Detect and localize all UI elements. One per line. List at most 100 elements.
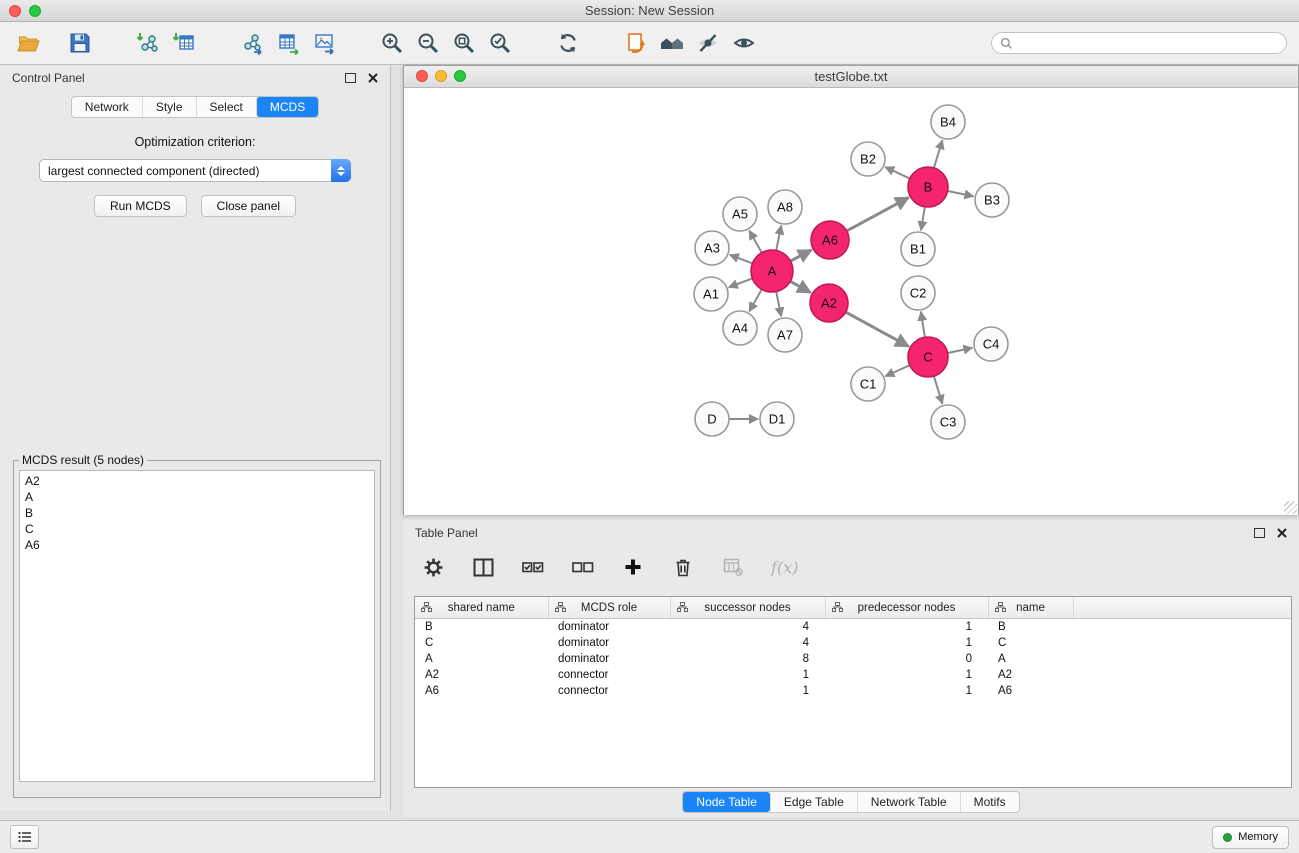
graph-node-A[interactable]: A [751, 250, 793, 292]
graph-edge-A-A2[interactable] [790, 281, 810, 292]
graph-edge-A6-B[interactable] [847, 197, 909, 230]
add-row-button[interactable] [621, 555, 645, 579]
network-window-titlebar[interactable]: testGlobe.txt [404, 66, 1298, 88]
show-hide-panels-button[interactable] [10, 825, 39, 849]
cell-successor-nodes[interactable]: 1 [670, 667, 825, 683]
tab-node-table[interactable]: Node Table [683, 792, 770, 812]
close-panel-icon[interactable] [368, 73, 378, 83]
mcds-result-item[interactable]: C [25, 521, 369, 537]
export-image-button[interactable] [306, 25, 342, 61]
cell-mcds-role[interactable]: dominator [548, 619, 670, 636]
graph-node-D1[interactable]: D1 [760, 402, 794, 436]
delete-rows-button[interactable] [671, 555, 695, 579]
graph-edge-C-C4[interactable] [948, 348, 973, 353]
graph-node-C[interactable]: C [908, 337, 948, 377]
zoom-selected-button[interactable] [482, 25, 518, 61]
cell-mcds-role[interactable]: dominator [548, 651, 670, 667]
graph-node-D[interactable]: D [695, 402, 729, 436]
zoom-out-button[interactable] [410, 25, 446, 61]
zoom-in-button[interactable] [374, 25, 410, 61]
graph-edge-A-A8[interactable] [776, 226, 781, 251]
graph-edge-A2-C[interactable] [846, 312, 909, 346]
graph-edge-B-B2[interactable] [885, 167, 910, 179]
table-row[interactable]: Cdominator41C [415, 635, 1291, 651]
cell-name[interactable]: C [988, 635, 1073, 651]
refresh-layout-button[interactable] [550, 25, 586, 61]
column-header-mcds-role[interactable]: MCDS role [548, 597, 670, 619]
column-header-name[interactable]: name [988, 597, 1073, 619]
graph-node-A1[interactable]: A1 [694, 277, 728, 311]
cell-name[interactable]: A [988, 651, 1073, 667]
cell-mcds-role[interactable]: dominator [548, 635, 670, 651]
first-neighbors-button[interactable] [618, 25, 654, 61]
mcds-result-item[interactable]: A [25, 489, 369, 505]
graph-node-B2[interactable]: B2 [851, 142, 885, 176]
export-table-button[interactable] [270, 25, 306, 61]
cell-shared-name[interactable]: B [415, 619, 548, 636]
function-builder-button[interactable]: f(x) [771, 558, 798, 577]
hide-details-button[interactable] [690, 25, 726, 61]
close-panel-button[interactable]: Close panel [201, 195, 296, 217]
mcds-result-list[interactable]: A2ABCA6 [19, 470, 375, 782]
column-visibility-button[interactable] [471, 555, 495, 579]
network-canvas[interactable]: AA1A2A3A4A5A6A7A8BB1B2B3B4CC1C2C3C4DD1 [404, 88, 1298, 515]
cell-shared-name[interactable]: A6 [415, 683, 548, 699]
graph-node-B4[interactable]: B4 [931, 105, 965, 139]
graph-node-C2[interactable]: C2 [901, 276, 935, 310]
graph-node-C1[interactable]: C1 [851, 367, 885, 401]
zoom-fit-button[interactable] [446, 25, 482, 61]
unselect-all-button[interactable] [571, 555, 595, 579]
graph-edge-B-B1[interactable] [921, 207, 925, 230]
cell-predecessor-nodes[interactable]: 1 [825, 667, 988, 683]
cell-predecessor-nodes[interactable]: 1 [825, 619, 988, 636]
graph-node-A5[interactable]: A5 [723, 197, 757, 231]
mcds-result-item[interactable]: A6 [25, 537, 369, 553]
search-input[interactable] [1019, 35, 1278, 51]
tab-edge-table[interactable]: Edge Table [770, 792, 857, 812]
optimization-criterion-select[interactable]: largest connected component (directed) [39, 159, 351, 182]
table-settings-button[interactable] [421, 555, 445, 579]
table-row[interactable]: Adominator80A [415, 651, 1291, 667]
graph-node-A4[interactable]: A4 [723, 311, 757, 345]
column-header-successor-nodes[interactable]: successor nodes [670, 597, 825, 619]
network-minimize-button[interactable] [435, 70, 447, 82]
table-row[interactable]: Bdominator41B [415, 619, 1291, 636]
network-overview-button[interactable] [654, 25, 690, 61]
graph-edge-A-A5[interactable] [749, 231, 761, 253]
tab-motifs[interactable]: Motifs [960, 792, 1019, 812]
cell-name[interactable]: A6 [988, 683, 1073, 699]
close-table-panel-icon[interactable] [1277, 528, 1287, 538]
graph-edge-A-A6[interactable] [791, 250, 812, 261]
cell-shared-name[interactable]: C [415, 635, 548, 651]
graph-node-B[interactable]: B [908, 167, 948, 207]
graph-edge-A-A4[interactable] [749, 289, 761, 311]
graph-node-C4[interactable]: C4 [974, 327, 1008, 361]
tab-style[interactable]: Style [142, 97, 196, 117]
cell-shared-name[interactable]: A [415, 651, 548, 667]
memory-button[interactable]: Memory [1212, 826, 1289, 849]
run-mcds-button[interactable]: Run MCDS [94, 195, 187, 217]
open-session-button[interactable] [10, 25, 46, 61]
column-header-predecessor-nodes[interactable]: predecessor nodes [825, 597, 988, 619]
tab-network-table[interactable]: Network Table [857, 792, 960, 812]
graph-node-B1[interactable]: B1 [901, 232, 935, 266]
show-details-button[interactable] [726, 25, 762, 61]
tab-select[interactable]: Select [196, 97, 256, 117]
tab-network[interactable]: Network [72, 97, 142, 117]
select-all-button[interactable] [521, 555, 545, 579]
import-table-button[interactable] [166, 25, 202, 61]
cell-mcds-role[interactable]: connector [548, 683, 670, 699]
cell-successor-nodes[interactable]: 4 [670, 619, 825, 636]
graph-node-A2[interactable]: A2 [810, 284, 848, 322]
cell-name[interactable]: B [988, 619, 1073, 636]
network-zoom-button[interactable] [454, 70, 466, 82]
cell-shared-name[interactable]: A2 [415, 667, 548, 683]
tab-mcds[interactable]: MCDS [256, 97, 318, 117]
graph-node-C3[interactable]: C3 [931, 405, 965, 439]
graph-edge-B-B4[interactable] [934, 140, 943, 168]
graph-edge-B-B3[interactable] [948, 191, 974, 196]
graph-edge-C-C2[interactable] [921, 312, 925, 337]
mcds-result-item[interactable]: B [25, 505, 369, 521]
table-row[interactable]: A2connector11A2 [415, 667, 1291, 683]
search-box[interactable] [991, 32, 1287, 54]
